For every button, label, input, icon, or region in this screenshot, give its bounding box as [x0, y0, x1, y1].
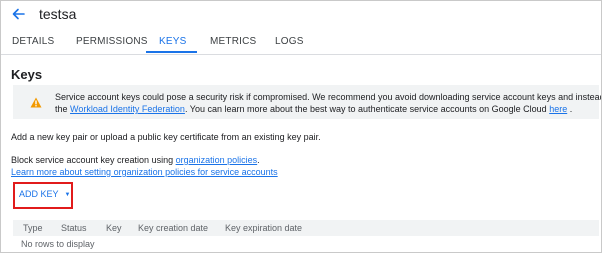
- column-header-key-expiration-date[interactable]: Key expiration date: [225, 223, 302, 233]
- warning-line-2: the Workload Identity Federation. You ca…: [55, 103, 595, 115]
- warning-line-2-middle: . You can learn more about the best way …: [184, 104, 547, 114]
- learn-more-org-policies-link[interactable]: Learn more about setting organization po…: [11, 167, 278, 177]
- section-title: Keys: [11, 67, 43, 82]
- warning-line-1: Service account keys could pose a securi…: [55, 92, 602, 102]
- tab-bar: DETAILS PERMISSIONS KEYS METRICS LOGS: [1, 29, 601, 55]
- block-key-creation-text: Block service account key creation using…: [11, 155, 260, 165]
- active-tab-indicator: [146, 51, 197, 53]
- security-warning-banner: Service account keys could pose a securi…: [13, 85, 602, 119]
- caret-down-icon: ▼: [64, 192, 71, 198]
- page-header: testsa: [1, 1, 601, 29]
- column-header-type[interactable]: Type: [23, 223, 43, 233]
- warning-triangle-icon: [30, 97, 42, 108]
- block-text-prefix: Block service account key creation using: [11, 155, 174, 165]
- warning-line-2-prefix: the: [55, 104, 68, 114]
- tab-keys[interactable]: KEYS: [159, 36, 186, 47]
- column-header-status[interactable]: Status: [61, 223, 87, 233]
- tab-details[interactable]: DETAILS: [12, 36, 54, 47]
- keys-table-header: Type Status Key Key creation date Key ex…: [13, 220, 599, 236]
- tab-permissions[interactable]: PERMISSIONS: [76, 36, 148, 47]
- page-title: testsa: [39, 6, 77, 22]
- add-key-label: ADD KEY: [19, 189, 59, 199]
- empty-table-message: No rows to display: [21, 239, 95, 249]
- warning-line-2-suffix: .: [569, 104, 573, 114]
- add-key-button[interactable]: ADD KEY ▼: [19, 189, 70, 199]
- add-key-description: Add a new key pair or upload a public ke…: [11, 132, 321, 142]
- app-frame: testsa DETAILS PERMISSIONS KEYS METRICS …: [0, 0, 602, 253]
- tab-metrics[interactable]: METRICS: [210, 36, 256, 47]
- column-header-key[interactable]: Key: [106, 223, 122, 233]
- here-link[interactable]: here: [549, 104, 567, 114]
- block-text-suffix: .: [257, 155, 260, 165]
- workload-identity-federation-link[interactable]: Workload Identity Federation: [70, 104, 185, 114]
- arrow-back-icon[interactable]: [11, 7, 25, 21]
- tab-logs[interactable]: LOGS: [275, 36, 304, 47]
- column-header-key-creation-date[interactable]: Key creation date: [138, 223, 208, 233]
- warning-text: Service account keys could pose a securi…: [55, 91, 602, 115]
- organization-policies-link[interactable]: organization policies: [176, 155, 258, 165]
